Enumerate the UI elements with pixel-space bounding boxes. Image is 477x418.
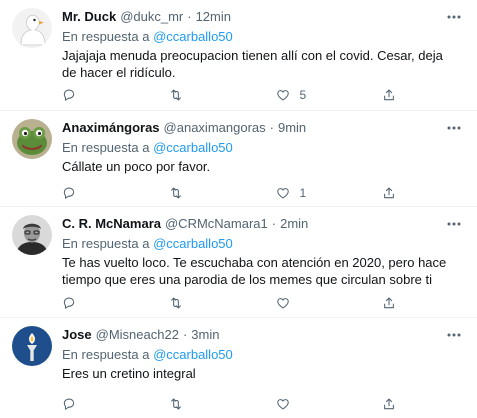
share-icon: [384, 297, 395, 309]
retweet-icon: [170, 297, 181, 309]
torch-avatar-icon: [12, 326, 52, 366]
heart-icon: [276, 90, 289, 101]
author-handle[interactable]: @CRMcNamara1: [165, 216, 268, 232]
more-options-icon[interactable]: [445, 328, 463, 342]
like-count: 5: [299, 88, 307, 102]
tweet-actions: [62, 395, 402, 413]
more-options-icon[interactable]: [445, 121, 463, 135]
timestamp[interactable]: 3min: [191, 327, 219, 343]
tweet[interactable]: Mr. Duck @dukc_mr · 12min En respuesta a…: [0, 0, 477, 111]
reply-context: En respuesta a @ccarballo50: [62, 29, 465, 45]
tweet[interactable]: C. R. McNamara @CRMcNamara1 · 2min En re…: [0, 207, 477, 318]
heart-icon: [276, 188, 289, 199]
heart-icon: [276, 399, 289, 410]
retweet-button[interactable]: [169, 88, 276, 102]
retweet-button[interactable]: [169, 186, 276, 200]
frog-avatar-icon: [12, 119, 52, 159]
reply-button[interactable]: [62, 397, 169, 411]
reply-button[interactable]: [62, 296, 169, 310]
reply-prefix: En respuesta a: [62, 29, 150, 44]
tweet-text: Eres un cretino integral: [62, 366, 196, 381]
reply-icon: [63, 187, 75, 199]
retweet-icon: [170, 187, 181, 199]
reply-button[interactable]: [62, 186, 169, 200]
reply-icon: [63, 297, 75, 309]
more-options-icon[interactable]: [445, 217, 463, 231]
author-name[interactable]: Jose: [62, 327, 92, 343]
retweet-icon: [170, 398, 181, 410]
reply-prefix: En respuesta a: [62, 236, 150, 251]
reply-mention-link[interactable]: @ccarballo50: [153, 140, 233, 155]
reply-feed: Mr. Duck @dukc_mr · 12min En respuesta a…: [0, 0, 477, 418]
avatar[interactable]: [12, 326, 52, 366]
share-icon: [384, 398, 395, 410]
avatar[interactable]: [12, 8, 52, 48]
timestamp[interactable]: 9min: [278, 120, 306, 136]
share-button[interactable]: [382, 397, 402, 411]
avatar[interactable]: [12, 119, 52, 159]
share-button[interactable]: [382, 186, 402, 200]
share-button[interactable]: [382, 296, 402, 310]
like-button[interactable]: 5: [276, 88, 383, 102]
share-icon: [384, 89, 395, 101]
timestamp[interactable]: 12min: [196, 9, 231, 25]
share-button[interactable]: [382, 88, 402, 102]
reply-mention-link[interactable]: @ccarballo50: [153, 236, 233, 251]
tweet-text: Cállate un poco por favor.: [62, 159, 211, 174]
reply-button[interactable]: [62, 88, 169, 102]
retweet-button[interactable]: [169, 397, 276, 411]
tweet-text: Jajajaja menuda preocupacion tienen allí…: [62, 48, 443, 80]
like-count: 1: [299, 186, 307, 200]
reply-mention-link[interactable]: @ccarballo50: [153, 347, 233, 362]
avatar[interactable]: [12, 215, 52, 255]
portrait-avatar-icon: [12, 215, 52, 255]
tweet-actions: [62, 294, 402, 312]
like-button[interactable]: [276, 296, 383, 310]
tweet-actions: 1: [62, 184, 402, 202]
retweet-button[interactable]: [169, 296, 276, 310]
duck-avatar-icon: [12, 8, 52, 48]
separator-dot: ·: [271, 216, 277, 231]
retweet-icon: [170, 89, 181, 101]
author-handle[interactable]: @Misneach22: [96, 327, 179, 343]
author-name[interactable]: Mr. Duck: [62, 9, 116, 25]
reply-context: En respuesta a @ccarballo50: [62, 140, 465, 156]
reply-icon: [63, 89, 75, 101]
author-handle[interactable]: @anaximangoras: [164, 120, 266, 136]
reply-context: En respuesta a @ccarballo50: [62, 236, 465, 252]
tweet[interactable]: Anaximángoras @anaximangoras · 9min En r…: [0, 111, 477, 207]
author-handle[interactable]: @dukc_mr: [120, 9, 183, 25]
separator-dot: ·: [182, 327, 188, 342]
author-name[interactable]: C. R. McNamara: [62, 216, 161, 232]
reply-mention-link[interactable]: @ccarballo50: [153, 29, 233, 44]
more-options-icon[interactable]: [445, 10, 463, 24]
like-button[interactable]: 1: [276, 186, 383, 200]
like-button[interactable]: [276, 397, 383, 411]
tweet-text: Te has vuelto loco. Te escuchaba con ate…: [62, 255, 447, 287]
reply-context: En respuesta a @ccarballo50: [62, 347, 465, 363]
share-icon: [384, 187, 395, 199]
heart-icon: [276, 298, 289, 309]
reply-prefix: En respuesta a: [62, 140, 150, 155]
tweet[interactable]: Jose @Misneach22 · 3min En respuesta a @…: [0, 318, 477, 418]
reply-icon: [63, 398, 75, 410]
timestamp[interactable]: 2min: [280, 216, 308, 232]
separator-dot: ·: [187, 9, 192, 24]
tweet-actions: 5: [62, 86, 402, 104]
reply-prefix: En respuesta a: [62, 347, 150, 362]
separator-dot: ·: [269, 120, 274, 135]
author-name[interactable]: Anaximángoras: [62, 120, 160, 136]
